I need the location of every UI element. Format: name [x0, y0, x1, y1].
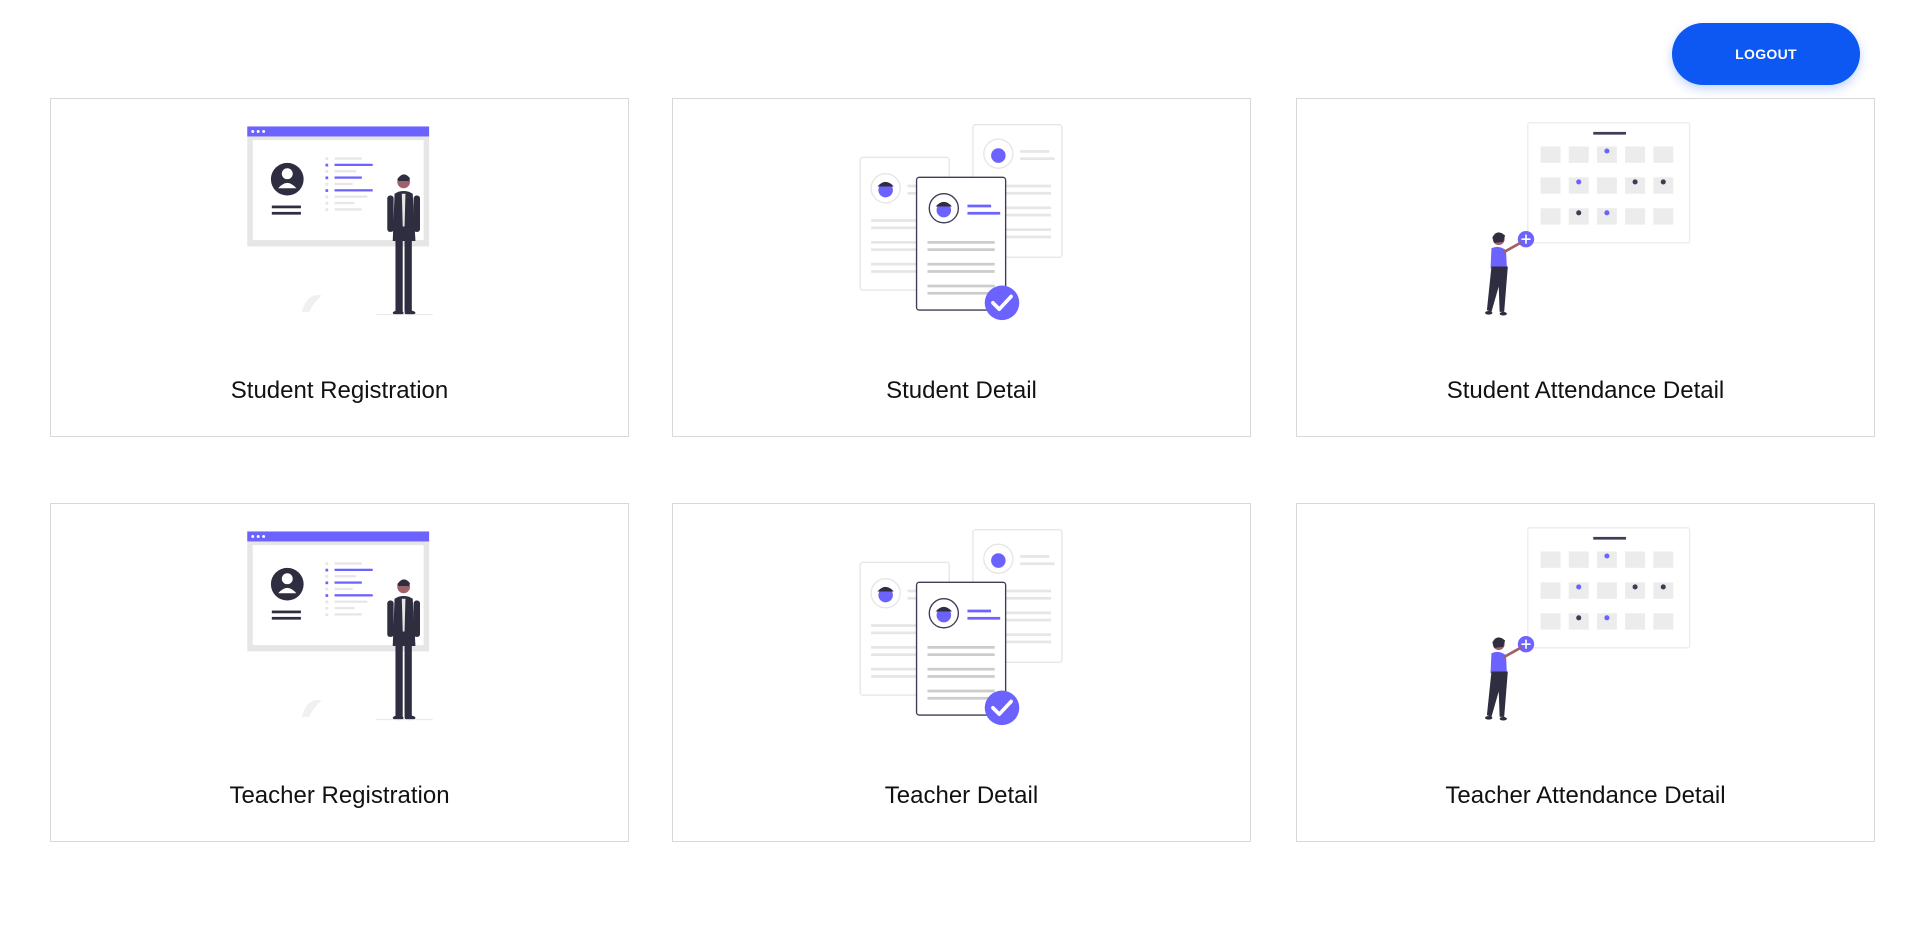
- attendance-calendar-illustration: [1484, 527, 1690, 721]
- card-student-detail[interactable]: Student Detail: [672, 98, 1251, 437]
- card-student-registration[interactable]: Student Registration: [50, 98, 629, 437]
- card-label: Teacher Detail: [884, 782, 1039, 809]
- card-label: Teacher Attendance Detail: [1445, 782, 1726, 809]
- card-teacher-attendance-detail[interactable]: Teacher Attendance Detail: [1296, 503, 1875, 842]
- profile-documents-illustration: [859, 528, 1063, 726]
- registration-board-illustration: [246, 126, 433, 316]
- profile-documents-illustration: [859, 123, 1063, 321]
- card-teacher-registration[interactable]: Teacher Registration: [50, 503, 629, 842]
- card-teacher-detail[interactable]: Teacher Detail: [672, 503, 1251, 842]
- attendance-calendar-illustration: [1484, 122, 1690, 316]
- registration-board-illustration: [246, 531, 433, 721]
- card-label: Student Registration: [230, 377, 449, 404]
- card-student-attendance-detail[interactable]: Student Attendance Detail: [1296, 98, 1875, 437]
- card-label: Teacher Registration: [229, 782, 450, 809]
- card-label: Student Attendance Detail: [1446, 377, 1725, 404]
- dashboard-page: LOGOUT Student Registration Student Deta…: [0, 0, 1920, 939]
- card-label: Student Detail: [886, 377, 1037, 404]
- logout-button[interactable]: LOGOUT: [1672, 23, 1860, 85]
